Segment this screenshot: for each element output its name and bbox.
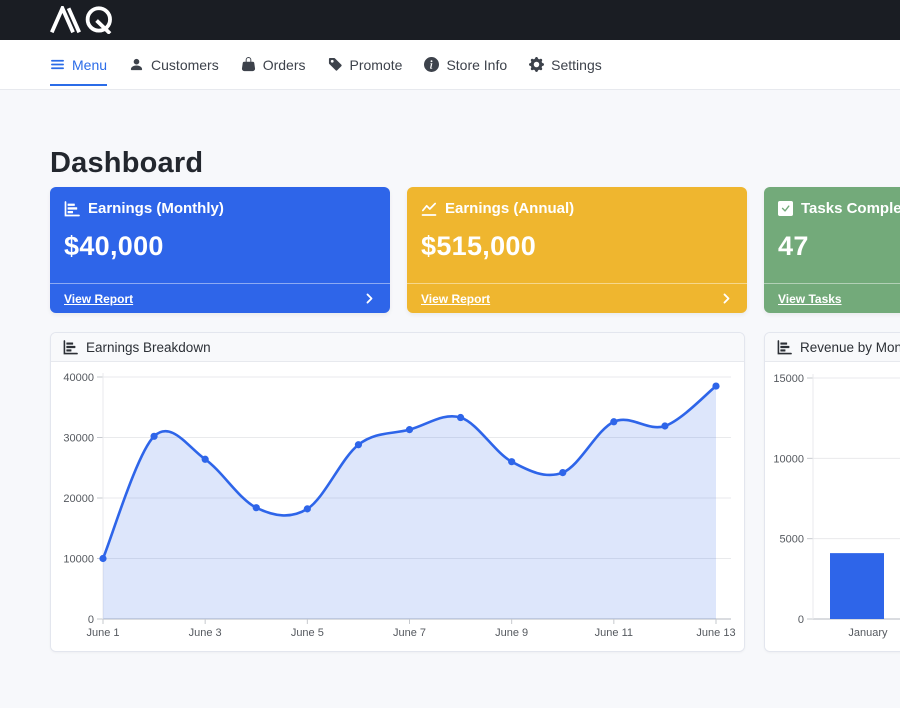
chevron-right-icon[interactable] [720, 292, 733, 305]
chart-title: Earnings Breakdown [86, 340, 211, 355]
card-footer: View Report [407, 283, 747, 313]
nav-item-settings[interactable]: Settings [529, 40, 602, 89]
earnings-annual-card: Earnings (Annual) $515,000 View Report [407, 187, 747, 313]
logo[interactable] [45, 6, 128, 34]
earnings-monthly-card: Earnings (Monthly) $40,000 View Report [50, 187, 390, 313]
svg-text:20000: 20000 [63, 493, 94, 505]
card-title: Earnings (Monthly) [88, 200, 224, 217]
svg-text:June 3: June 3 [189, 627, 222, 639]
gear-icon [529, 57, 544, 72]
nav-item-label: Promote [350, 57, 403, 73]
svg-text:30000: 30000 [63, 433, 94, 445]
card-title: Earnings (Annual) [445, 200, 574, 217]
card-body: Tasks Completed 47 [764, 187, 900, 283]
nav-item-label: Store Info [446, 57, 507, 73]
svg-text:0: 0 [88, 614, 94, 626]
charts-row: Earnings Breakdown 0 10000 20000 30000 40000… [50, 332, 900, 652]
card-value: $515,000 [421, 231, 733, 262]
card-body: Earnings (Monthly) $40,000 [50, 187, 390, 283]
nav-item-label: Settings [551, 57, 602, 73]
tasks-completed-card: Tasks Completed 47 View Tasks [764, 187, 900, 313]
nav-item-orders[interactable]: Orders [241, 40, 306, 89]
card-value: $40,000 [64, 231, 376, 262]
svg-text:June 11: June 11 [595, 627, 633, 639]
main-content: Dashboard Earnings (Monthly) $40,000 Vie… [0, 147, 900, 652]
svg-text:June 13: June 13 [696, 627, 735, 639]
card-body: Earnings (Annual) $515,000 [407, 187, 747, 283]
view-report-link[interactable]: View Report [421, 292, 490, 306]
bag-icon [241, 57, 256, 72]
revenue-by-month-card: Revenue by Month 0 5000 10000 15000 January [764, 332, 900, 652]
nav-item-label: Orders [263, 57, 306, 73]
check-square-icon [778, 201, 793, 216]
chart-card-header: Revenue by Month [765, 333, 900, 362]
card-title-row: Tasks Completed [778, 200, 900, 217]
stat-cards-row: Earnings (Monthly) $40,000 View Report E [50, 187, 900, 313]
revenue-by-month-bar-chart[interactable]: 0 5000 10000 15000 January [765, 362, 900, 651]
logo-q-circle [88, 8, 110, 30]
card-title: Tasks Completed [801, 200, 900, 217]
nav-item-menu[interactable]: Menu [50, 40, 107, 89]
topbar [0, 0, 900, 40]
info-circle-icon [424, 57, 439, 72]
person-icon [129, 57, 144, 72]
nav-item-customers[interactable]: Customers [129, 40, 219, 89]
view-report-link[interactable]: View Report [64, 292, 133, 306]
svg-text:June 7: June 7 [393, 627, 426, 639]
svg-text:June 9: June 9 [495, 627, 528, 639]
nav-item-label: Menu [72, 57, 107, 73]
svg-text:10000: 10000 [773, 453, 804, 465]
chevron-right-icon[interactable] [363, 292, 376, 305]
main-nav: Menu Customers Orders Promote Store Info… [0, 40, 900, 90]
svg-text:15000: 15000 [773, 373, 804, 385]
view-tasks-link[interactable]: View Tasks [778, 292, 842, 306]
hamburger-icon [50, 57, 65, 72]
chart-title: Revenue by Month [800, 340, 900, 355]
svg-text:40000: 40000 [63, 372, 94, 384]
svg-text:5000: 5000 [780, 534, 804, 546]
earnings-breakdown-card: Earnings Breakdown 0 10000 20000 30000 40000… [50, 332, 745, 652]
card-value: 47 [778, 231, 900, 262]
card-title-row: Earnings (Monthly) [64, 200, 376, 217]
svg-text:June 5: June 5 [291, 627, 324, 639]
nav-item-promote[interactable]: Promote [328, 40, 403, 89]
svg-text:January: January [848, 627, 888, 639]
chart-card-header: Earnings Breakdown [51, 333, 744, 362]
card-footer: View Report [50, 283, 390, 313]
nav-item-label: Customers [151, 57, 219, 73]
line-chart-icon [421, 201, 437, 217]
card-footer: View Tasks [764, 283, 900, 313]
tag-icon [328, 57, 343, 72]
svg-text:June 1: June 1 [86, 627, 119, 639]
svg-text:10000: 10000 [63, 554, 94, 566]
svg-text:0: 0 [798, 614, 804, 626]
card-title-row: Earnings (Annual) [421, 200, 733, 217]
bar-chart-icon [64, 201, 80, 217]
nav-item-store-info[interactable]: Store Info [424, 40, 507, 89]
bar-chart-icon [63, 340, 78, 355]
earnings-breakdown-line-chart[interactable]: 0 10000 20000 30000 40000 June 1 June 3 June 5 J… [51, 362, 744, 651]
page-title: Dashboard [50, 147, 900, 180]
bar-chart-icon [777, 340, 792, 355]
